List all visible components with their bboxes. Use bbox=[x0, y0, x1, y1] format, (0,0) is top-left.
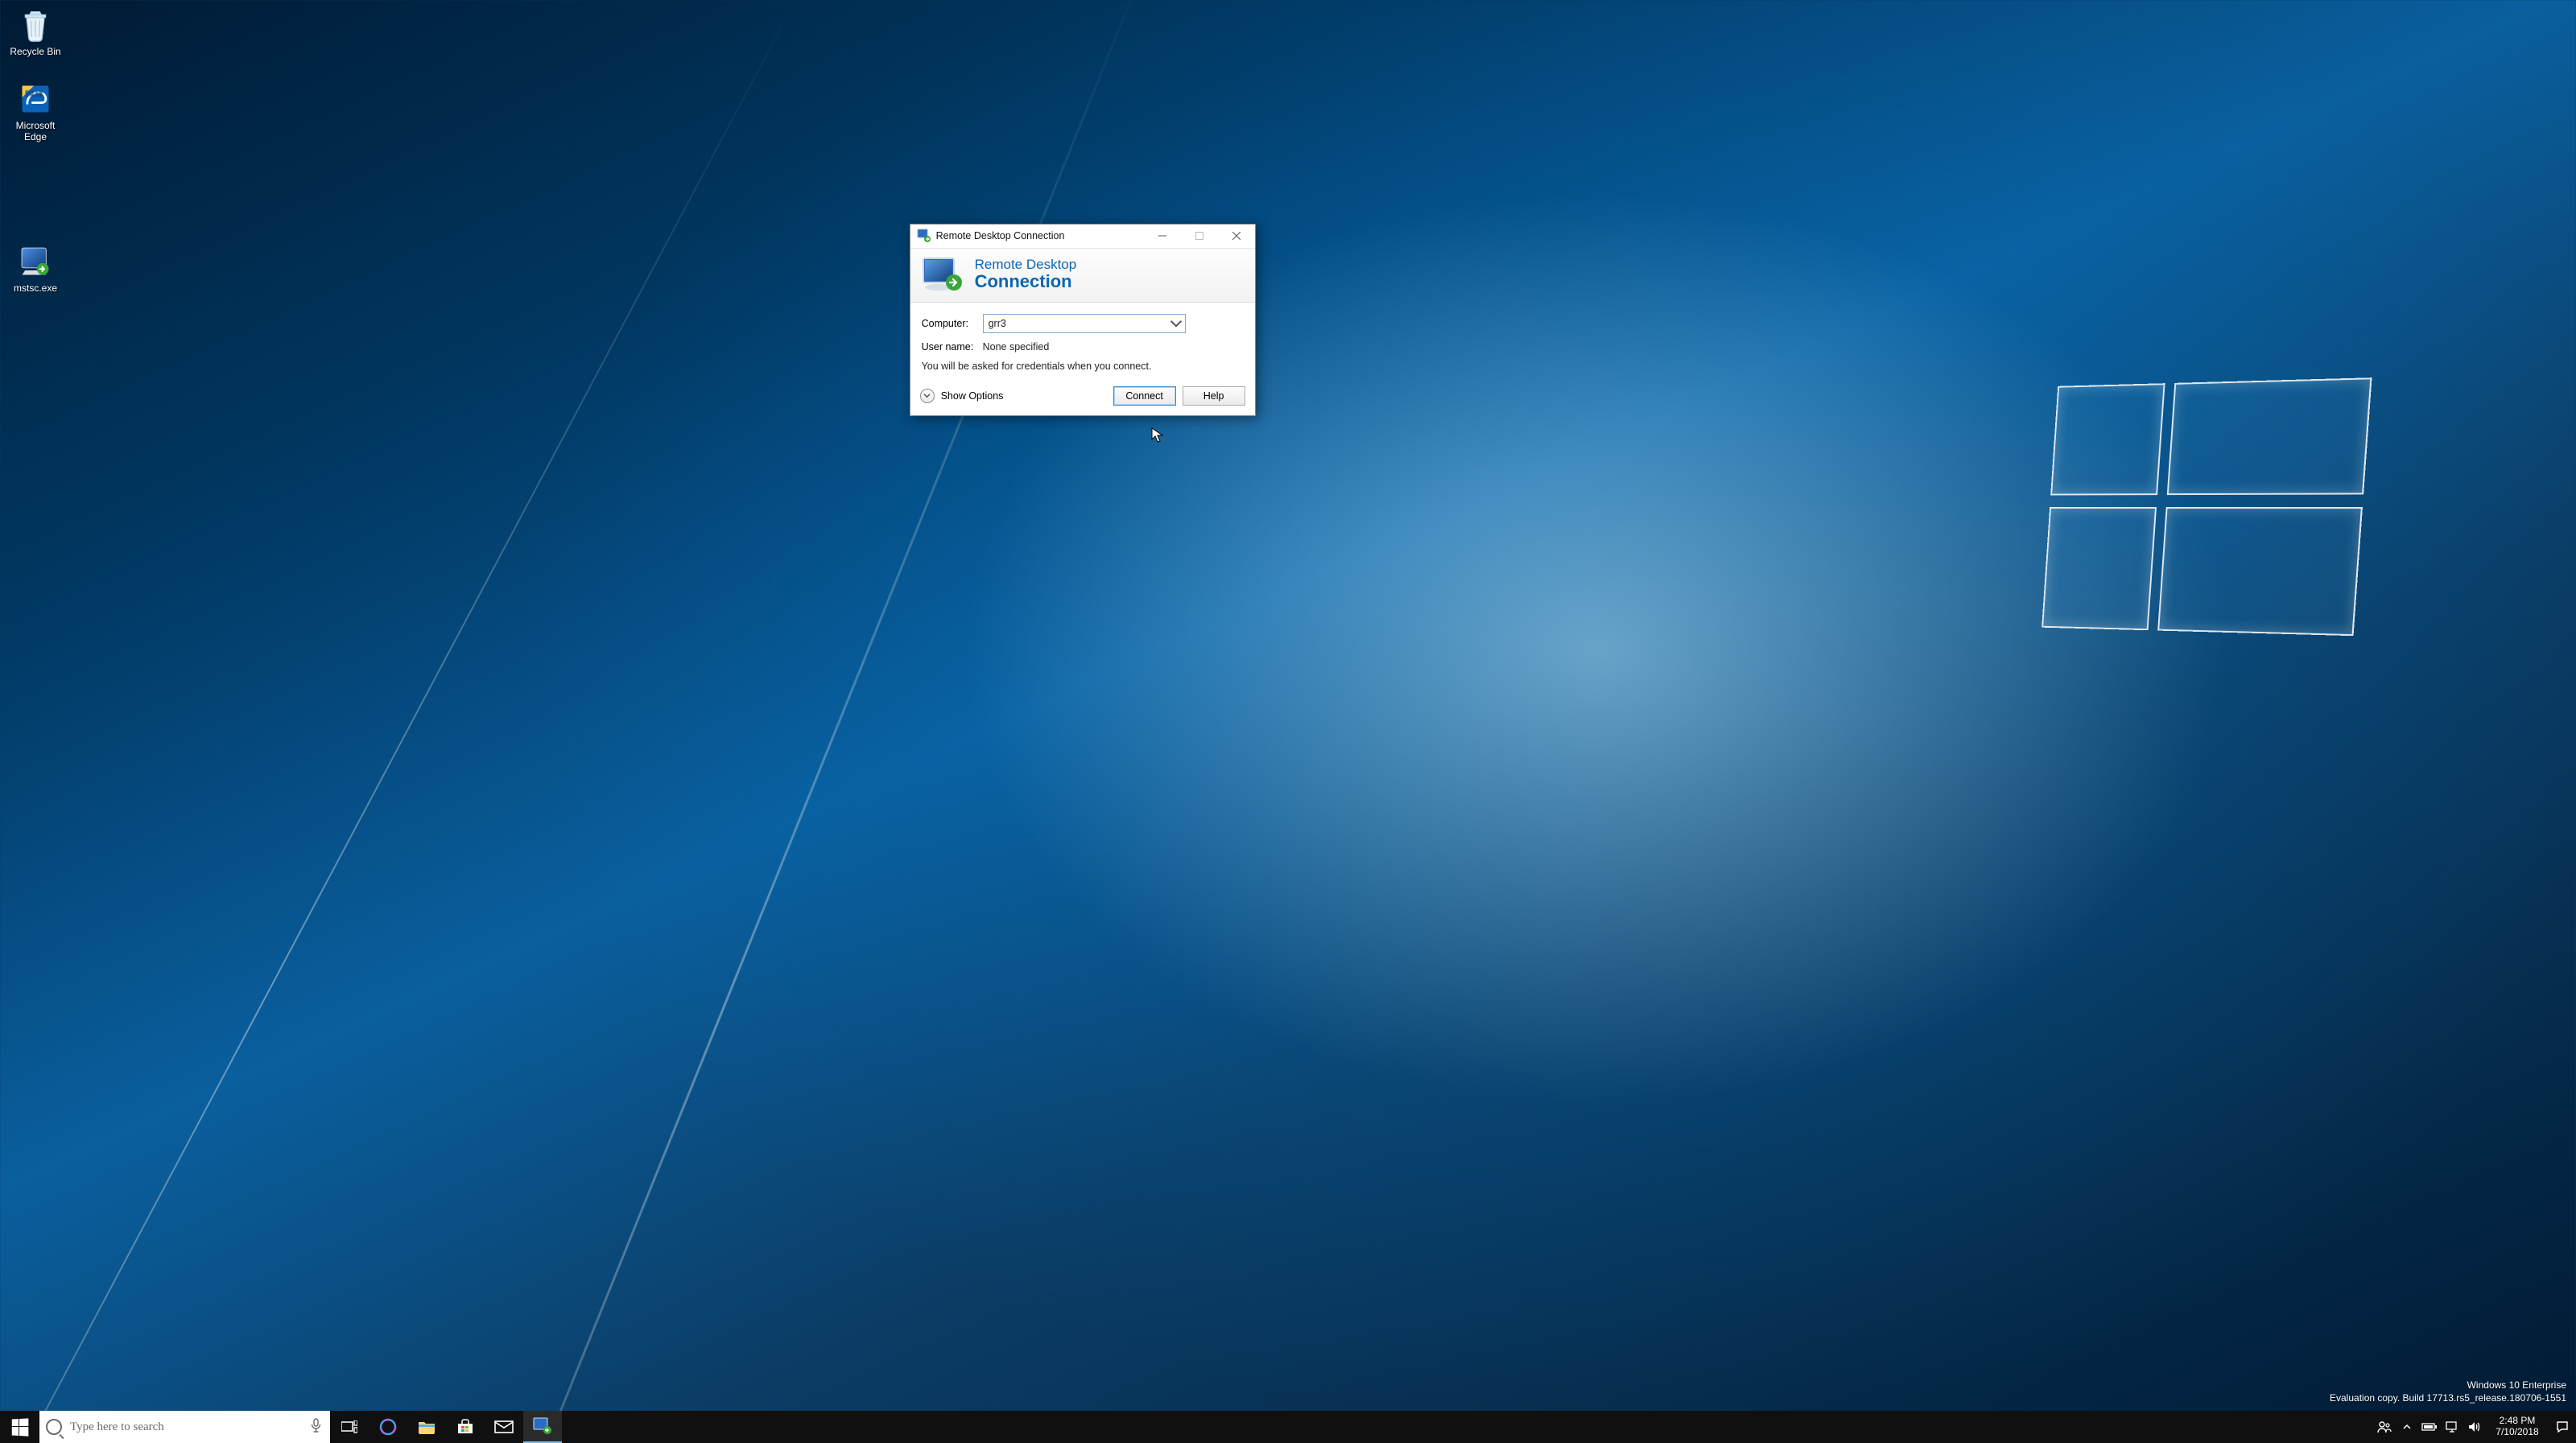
banner-title-line1: Remote Desktop bbox=[975, 258, 1077, 272]
desktop-icon-label: Recycle Bin bbox=[4, 46, 67, 57]
maximize-button bbox=[1181, 224, 1218, 248]
username-value: None specified bbox=[983, 341, 1050, 353]
microphone-icon[interactable] bbox=[310, 1418, 322, 1437]
show-options-toggle[interactable]: Show Options bbox=[920, 389, 1004, 403]
computer-label: Computer: bbox=[922, 318, 983, 329]
taskbar: Type here to search 2:48 PM 7/10/2018 bbox=[0, 1411, 2576, 1443]
mouse-cursor-icon bbox=[1151, 427, 1164, 447]
remote-desktop-icon bbox=[917, 229, 931, 243]
light-beam bbox=[289, 0, 1156, 1443]
tray-date: 7/10/2018 bbox=[2489, 1427, 2545, 1438]
taskbar-app-mail[interactable] bbox=[485, 1411, 523, 1443]
tray-time: 2:48 PM bbox=[2489, 1416, 2545, 1427]
tray-overflow-chevron-icon[interactable] bbox=[2396, 1423, 2418, 1431]
search-icon bbox=[46, 1419, 62, 1435]
desktop-icon-recycle-bin[interactable]: Recycle Bin bbox=[4, 4, 67, 60]
svg-text:BETA: BETA bbox=[25, 89, 43, 97]
close-button[interactable] bbox=[1218, 224, 1255, 248]
remote-desktop-window: Remote Desktop Connection Remote Desktop… bbox=[910, 224, 1256, 416]
desktop-icon-label: Microsoft Edge bbox=[4, 120, 67, 142]
tray-action-center-icon[interactable] bbox=[2549, 1420, 2576, 1433]
watermark-line1: Windows 10 Enterprise bbox=[2330, 1379, 2566, 1391]
chevron-down-icon bbox=[920, 389, 935, 403]
search-placeholder: Type here to search bbox=[70, 1420, 302, 1434]
desktop-watermark: Windows 10 Enterprise Evaluation copy. B… bbox=[2330, 1379, 2566, 1404]
banner-title-line2: Connection bbox=[975, 272, 1077, 291]
computer-input[interactable] bbox=[983, 314, 1186, 333]
task-view-button[interactable] bbox=[330, 1411, 369, 1443]
remote-desktop-icon bbox=[922, 257, 964, 292]
light-beam bbox=[0, 0, 801, 1443]
desktop-icon-microsoft-edge[interactable]: BETA Microsoft Edge bbox=[4, 78, 67, 146]
wallpaper-windows-logo bbox=[2041, 377, 2370, 636]
windows-logo-icon bbox=[11, 1418, 28, 1436]
titlebar[interactable]: Remote Desktop Connection bbox=[910, 225, 1255, 249]
username-label: User name: bbox=[922, 341, 983, 353]
taskbar-app-file-explorer[interactable] bbox=[407, 1411, 446, 1443]
edge-icon: BETA bbox=[18, 81, 53, 117]
tray-people-icon[interactable] bbox=[2373, 1420, 2396, 1433]
taskbar-app-microsoft-store[interactable] bbox=[446, 1411, 485, 1443]
tray-volume-icon[interactable] bbox=[2463, 1421, 2486, 1433]
watermark-line2: Evaluation copy. Build 17713.rs5_release… bbox=[2330, 1391, 2566, 1404]
window-banner: Remote Desktop Connection bbox=[910, 249, 1255, 303]
recycle-bin-icon bbox=[18, 7, 53, 43]
show-options-label: Show Options bbox=[941, 390, 1004, 402]
desktop-icon-mstsc[interactable]: mstsc.exe bbox=[4, 241, 67, 297]
chevron-down-icon[interactable] bbox=[1170, 317, 1183, 330]
window-title: Remote Desktop Connection bbox=[936, 230, 1065, 241]
remote-desktop-icon bbox=[18, 244, 53, 279]
connect-button[interactable]: Connect bbox=[1113, 386, 1176, 406]
tray-clock[interactable]: 2:48 PM 7/10/2018 bbox=[2486, 1413, 2549, 1441]
computer-combobox[interactable] bbox=[983, 314, 1186, 333]
desktop-icon-label: mstsc.exe bbox=[4, 282, 67, 294]
minimize-button[interactable] bbox=[1144, 224, 1181, 248]
taskbar-app-cortana[interactable] bbox=[369, 1411, 407, 1443]
tray-network-icon[interactable] bbox=[2441, 1421, 2463, 1433]
tray-battery-icon[interactable] bbox=[2418, 1422, 2441, 1432]
start-button[interactable] bbox=[0, 1411, 39, 1443]
help-button[interactable]: Help bbox=[1183, 386, 1245, 406]
taskbar-search[interactable]: Type here to search bbox=[39, 1411, 330, 1443]
taskbar-app-remote-desktop[interactable] bbox=[523, 1411, 562, 1443]
credentials-hint: You will be asked for credentials when y… bbox=[922, 361, 1244, 372]
system-tray: 2:48 PM 7/10/2018 bbox=[2373, 1411, 2576, 1443]
